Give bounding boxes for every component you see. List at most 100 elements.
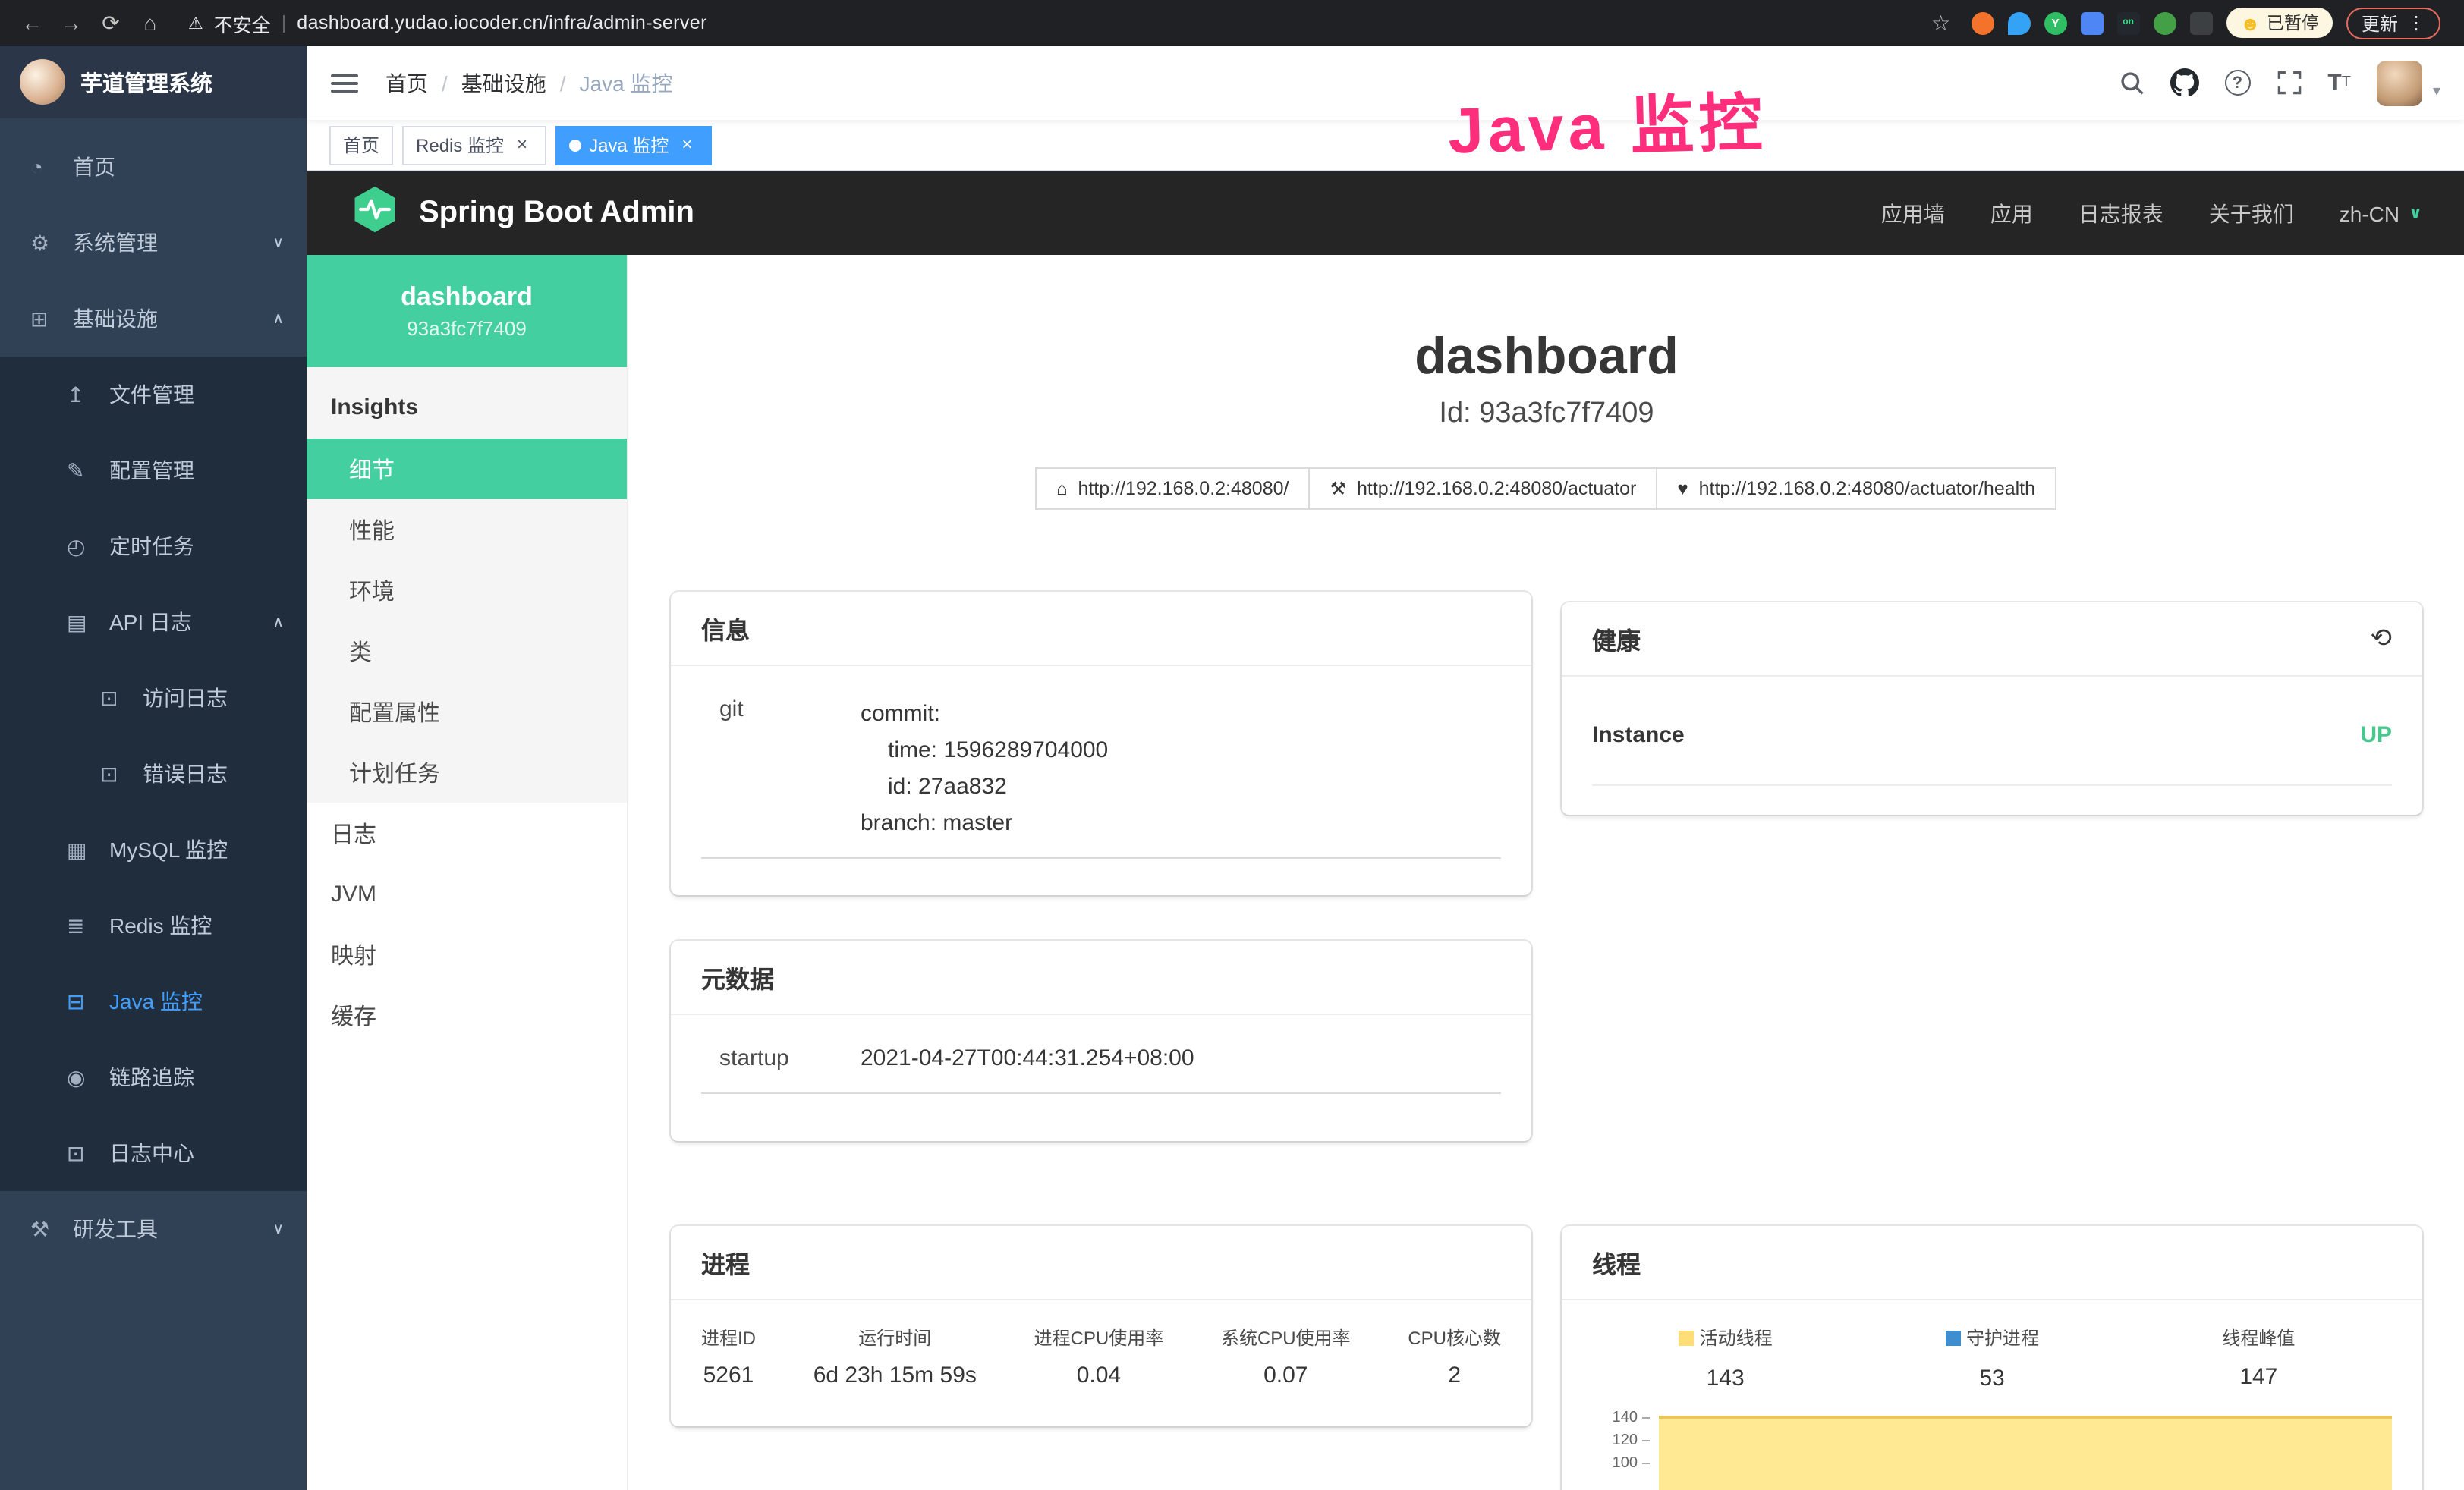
sidebar-item-label: API 日志: [109, 607, 192, 637]
sba-item-config-properties[interactable]: 配置属性: [307, 681, 627, 742]
instance-health-row[interactable]: Instance UP: [1592, 707, 2392, 786]
chart-y-axis: 140 120 100: [1586, 1409, 1650, 1490]
app-logo: 芋道管理系统: [0, 46, 307, 118]
process-card: 进程 进程ID 5261 运行时间 6d 23h 15m 5: [671, 1226, 1531, 1426]
sidebar-item-dev-tools[interactable]: ⚒ 研发工具 ∨: [0, 1191, 307, 1267]
cpu-cores-metric: CPU核心数 2: [1408, 1325, 1501, 1388]
document-icon: ▤: [67, 609, 102, 635]
sidebar-item-home[interactable]: ◔ 首页: [0, 129, 307, 205]
sidebar-item-log-center[interactable]: ⊡ 日志中心: [0, 1115, 307, 1191]
sidebar-item-label: Redis 监控: [109, 910, 212, 941]
page-title: dashboard: [671, 322, 2422, 391]
git-time-line: time: 1596289704000: [861, 733, 1108, 769]
nav-wallboard[interactable]: 应用墙: [1881, 198, 1945, 228]
sba-item-classes[interactable]: 类: [307, 621, 627, 681]
update-button[interactable]: 更新 ⋮: [2346, 7, 2440, 39]
sba-item-environment[interactable]: 环境: [307, 560, 627, 621]
sba-item-jvm[interactable]: JVM: [307, 863, 627, 924]
sba-item-mappings[interactable]: 映射: [307, 924, 627, 985]
extension-puzzle-icon[interactable]: [2190, 11, 2213, 34]
service-url-link[interactable]: ⌂ http://192.168.0.2:48080/: [1035, 467, 1311, 510]
sidebar-item-scheduled-jobs[interactable]: ◴ 定时任务: [0, 508, 307, 584]
sidebar-toggle-icon[interactable]: [331, 74, 358, 92]
fullscreen-icon[interactable]: [2276, 70, 2302, 96]
close-icon[interactable]: ×: [511, 134, 533, 156]
history-icon[interactable]: ⟲: [2371, 624, 2393, 654]
metadata-key: startup: [701, 1045, 861, 1071]
sba-item-performance[interactable]: 性能: [307, 499, 627, 560]
health-url-link[interactable]: ♥ http://192.168.0.2:48080/actuator/heal…: [1656, 467, 2056, 510]
forward-button[interactable]: →: [55, 11, 88, 35]
actuator-url-link[interactable]: ⚒ http://192.168.0.2:48080/actuator: [1308, 467, 1657, 510]
browser-menu-icon[interactable]: ⋮: [2407, 12, 2425, 33]
y-tick-label: 100: [1613, 1454, 1638, 1473]
security-warning-icon: ⚠: [188, 13, 203, 33]
avatar[interactable]: [2377, 60, 2422, 105]
github-icon[interactable]: [2170, 68, 2198, 97]
nav-about[interactable]: 关于我们: [2209, 198, 2294, 228]
tab-redis-monitor[interactable]: Redis 监控 ×: [402, 125, 546, 165]
breadcrumb-item-infrastructure[interactable]: 基础设施: [461, 68, 546, 98]
avatar-caret-icon[interactable]: ▾: [2433, 83, 2440, 105]
heart-icon: ♥: [1677, 478, 1688, 499]
tab-java-monitor[interactable]: Java 监控 ×: [555, 125, 711, 165]
extension-grid-icon[interactable]: [2081, 11, 2104, 34]
sidebar-item-access-logs[interactable]: ⊡ 访问日志: [0, 660, 307, 736]
insights-label: Insights: [307, 367, 627, 439]
bookmark-star-icon[interactable]: ☆: [1924, 10, 1958, 36]
help-icon[interactable]: ?: [2224, 70, 2250, 96]
tools-icon: ⚒: [30, 1216, 65, 1242]
update-label: 更新: [2362, 10, 2398, 36]
nav-applications[interactable]: 应用: [1990, 198, 2033, 228]
sidebar-item-api-logs[interactable]: ▤ API 日志 ∧: [0, 584, 307, 660]
spring-boot-admin: Spring Boot Admin 应用墙 应用 日志报表 关于我们 zh-CN…: [307, 171, 2464, 1490]
sidebar-item-tracing[interactable]: ◉ 链路追踪: [0, 1039, 307, 1115]
extension-orange-icon[interactable]: [1972, 11, 1994, 34]
extension-proxy-icon[interactable]: on: [2117, 11, 2140, 34]
instance-label: Instance: [1592, 722, 1685, 748]
topbar-tools: ? TT ▾: [2118, 60, 2440, 105]
metric-value: 5261: [701, 1363, 756, 1388]
back-button[interactable]: ←: [15, 11, 49, 35]
sidebar-item-config-management[interactable]: ✎ 配置管理: [0, 432, 307, 508]
sidebar-item-java-monitor[interactable]: ⊟ Java 监控: [0, 963, 307, 1039]
reload-button[interactable]: ⟳: [94, 10, 127, 36]
instance-header[interactable]: dashboard 93a3fc7f7409: [307, 255, 627, 367]
extension-green-icon[interactable]: Y: [2044, 11, 2067, 34]
breadcrumb-separator: /: [442, 71, 448, 95]
threads-card-title: 线程: [1592, 1244, 1641, 1281]
sidebar-item-infrastructure[interactable]: ⊞ 基础设施 ∧: [0, 281, 307, 357]
daemon-threads-metric: 守护进程 53: [1858, 1325, 2125, 1391]
annotation-java-monitor: Java 监控: [1446, 72, 1767, 173]
sidebar-item-label: 日志中心: [109, 1138, 194, 1168]
log-center-icon: ⊡: [67, 1140, 102, 1166]
app-logo-image: [20, 59, 65, 105]
sidebar-item-system-management[interactable]: ⚙ 系统管理 ∨: [0, 205, 307, 281]
breadcrumb-separator: /: [560, 71, 566, 95]
locale-selector[interactable]: zh-CN ∨: [2340, 201, 2422, 225]
tab-home[interactable]: 首页: [329, 125, 393, 165]
sba-item-details[interactable]: 细节: [307, 439, 627, 499]
search-icon[interactable]: [2118, 70, 2144, 96]
git-branch-line: branch: master: [861, 806, 1108, 842]
metric-value: 0.07: [1221, 1363, 1351, 1388]
sba-item-logs[interactable]: 日志: [307, 803, 627, 863]
sidebar-item-error-logs[interactable]: ⊡ 错误日志: [0, 736, 307, 812]
close-icon[interactable]: ×: [676, 134, 697, 156]
extension-blue-drop-icon[interactable]: [2008, 11, 2031, 34]
sba-item-caches[interactable]: 缓存: [307, 985, 627, 1045]
sidebar-item-mysql-monitor[interactable]: ▦ MySQL 监控: [0, 812, 307, 888]
extension-leaf-icon[interactable]: [2154, 11, 2176, 34]
address-bar[interactable]: ⚠ 不安全 | dashboard.yudao.iocoder.cn/infra…: [167, 8, 1924, 37]
metric-label: 系统CPU使用率: [1221, 1325, 1351, 1350]
font-size-icon[interactable]: TT: [2327, 70, 2351, 96]
metric-value: 0.04: [1034, 1363, 1164, 1388]
sidebar-item-redis-monitor[interactable]: ≣ Redis 监控: [0, 888, 307, 963]
chevron-up-icon: ∧: [272, 614, 284, 630]
sidebar-item-file-management[interactable]: ↥ 文件管理: [0, 357, 307, 432]
breadcrumb-item-home[interactable]: 首页: [385, 68, 428, 98]
home-button[interactable]: ⌂: [134, 11, 167, 35]
sba-item-scheduled-tasks[interactable]: 计划任务: [307, 742, 627, 803]
paused-badge[interactable]: ☻ 已暂停: [2226, 8, 2333, 38]
nav-journal[interactable]: 日志报表: [2079, 198, 2163, 228]
